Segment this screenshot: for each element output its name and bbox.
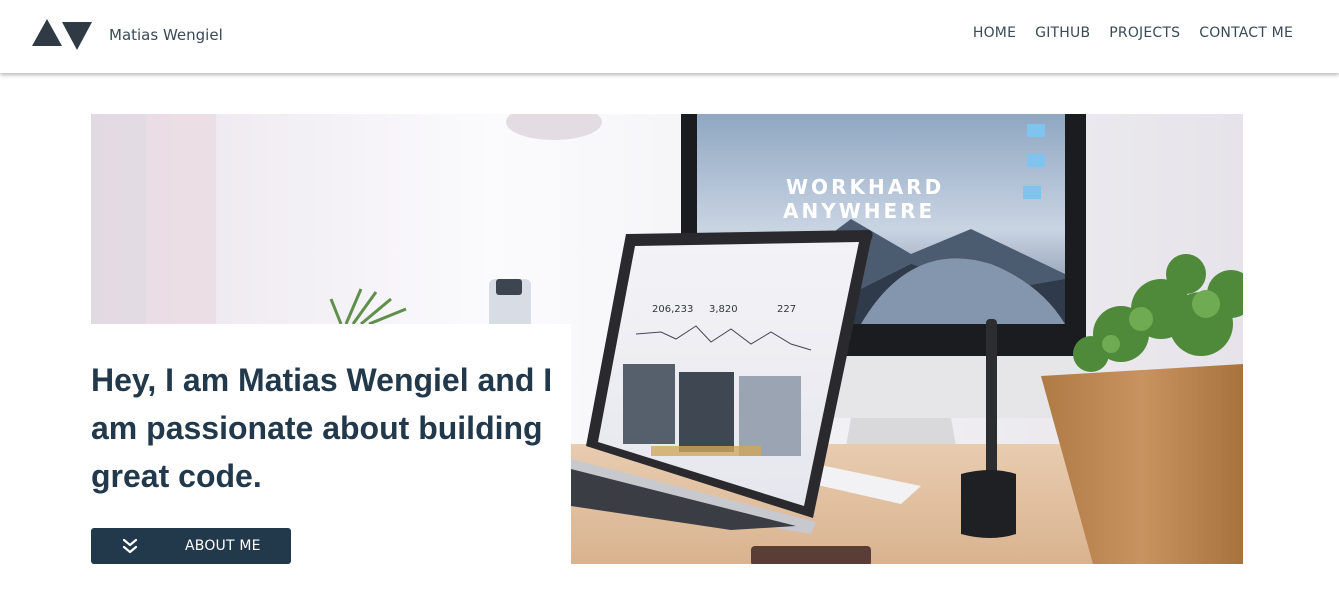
nav-github[interactable]: GITHUB (1035, 25, 1090, 41)
logo-icon (32, 19, 92, 50)
nav-home[interactable]: HOME (973, 25, 1016, 41)
brand-logo-link[interactable] (32, 18, 94, 50)
monitor-text-line2: ANYWHERE (783, 199, 935, 223)
top-navbar: Matias Wengiel HOME GITHUB PROJECTS CONT… (0, 0, 1339, 73)
stat-value-2: 3,820 (709, 304, 738, 315)
monitor-text-line1: WORKHARD (786, 175, 944, 199)
nav-projects[interactable]: PROJECTS (1109, 25, 1180, 41)
main-nav: HOME GITHUB PROJECTS CONTACT ME (973, 25, 1293, 41)
hero-headline: Hey, I am Matias Wengiel and I am passio… (91, 362, 553, 494)
double-chevron-down-icon (122, 538, 138, 554)
stat-value-3: 227 (777, 304, 796, 315)
about-me-label: ABOUT ME (185, 538, 261, 554)
stat-value-1: 206,233 (652, 304, 693, 315)
about-me-button[interactable]: ABOUT ME (91, 528, 291, 564)
nav-contact-me[interactable]: CONTACT ME (1199, 25, 1293, 41)
brand-name[interactable]: Matias Wengiel (109, 26, 223, 44)
